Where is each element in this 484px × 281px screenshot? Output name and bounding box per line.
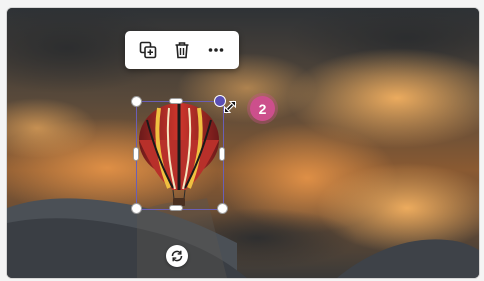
duplicate-button[interactable]: [134, 36, 162, 64]
trash-icon: [175, 42, 189, 59]
diagonal-resize-cursor-icon: [223, 100, 237, 114]
resize-handle-bottom[interactable]: [169, 205, 183, 211]
element-toolbar: [125, 31, 239, 69]
background-photo: [7, 8, 479, 278]
resize-handle-top-left[interactable]: [131, 96, 142, 107]
duplicate-icon: [139, 41, 157, 59]
selection-box[interactable]: [136, 101, 224, 210]
more-options-button[interactable]: [202, 36, 230, 64]
resize-handle-bottom-right[interactable]: [217, 203, 228, 214]
resize-handle-right[interactable]: [219, 147, 225, 161]
resize-handle-bottom-left[interactable]: [131, 203, 142, 214]
step-badge: 2: [250, 96, 275, 121]
rotate-icon: [171, 250, 183, 262]
resize-handle-left[interactable]: [133, 147, 139, 161]
editor-canvas[interactable]: 2: [6, 7, 480, 279]
resize-handle-top[interactable]: [169, 98, 183, 104]
more-dots-icon: [208, 48, 224, 52]
rotate-button[interactable]: [166, 245, 188, 267]
delete-button[interactable]: [168, 36, 196, 64]
